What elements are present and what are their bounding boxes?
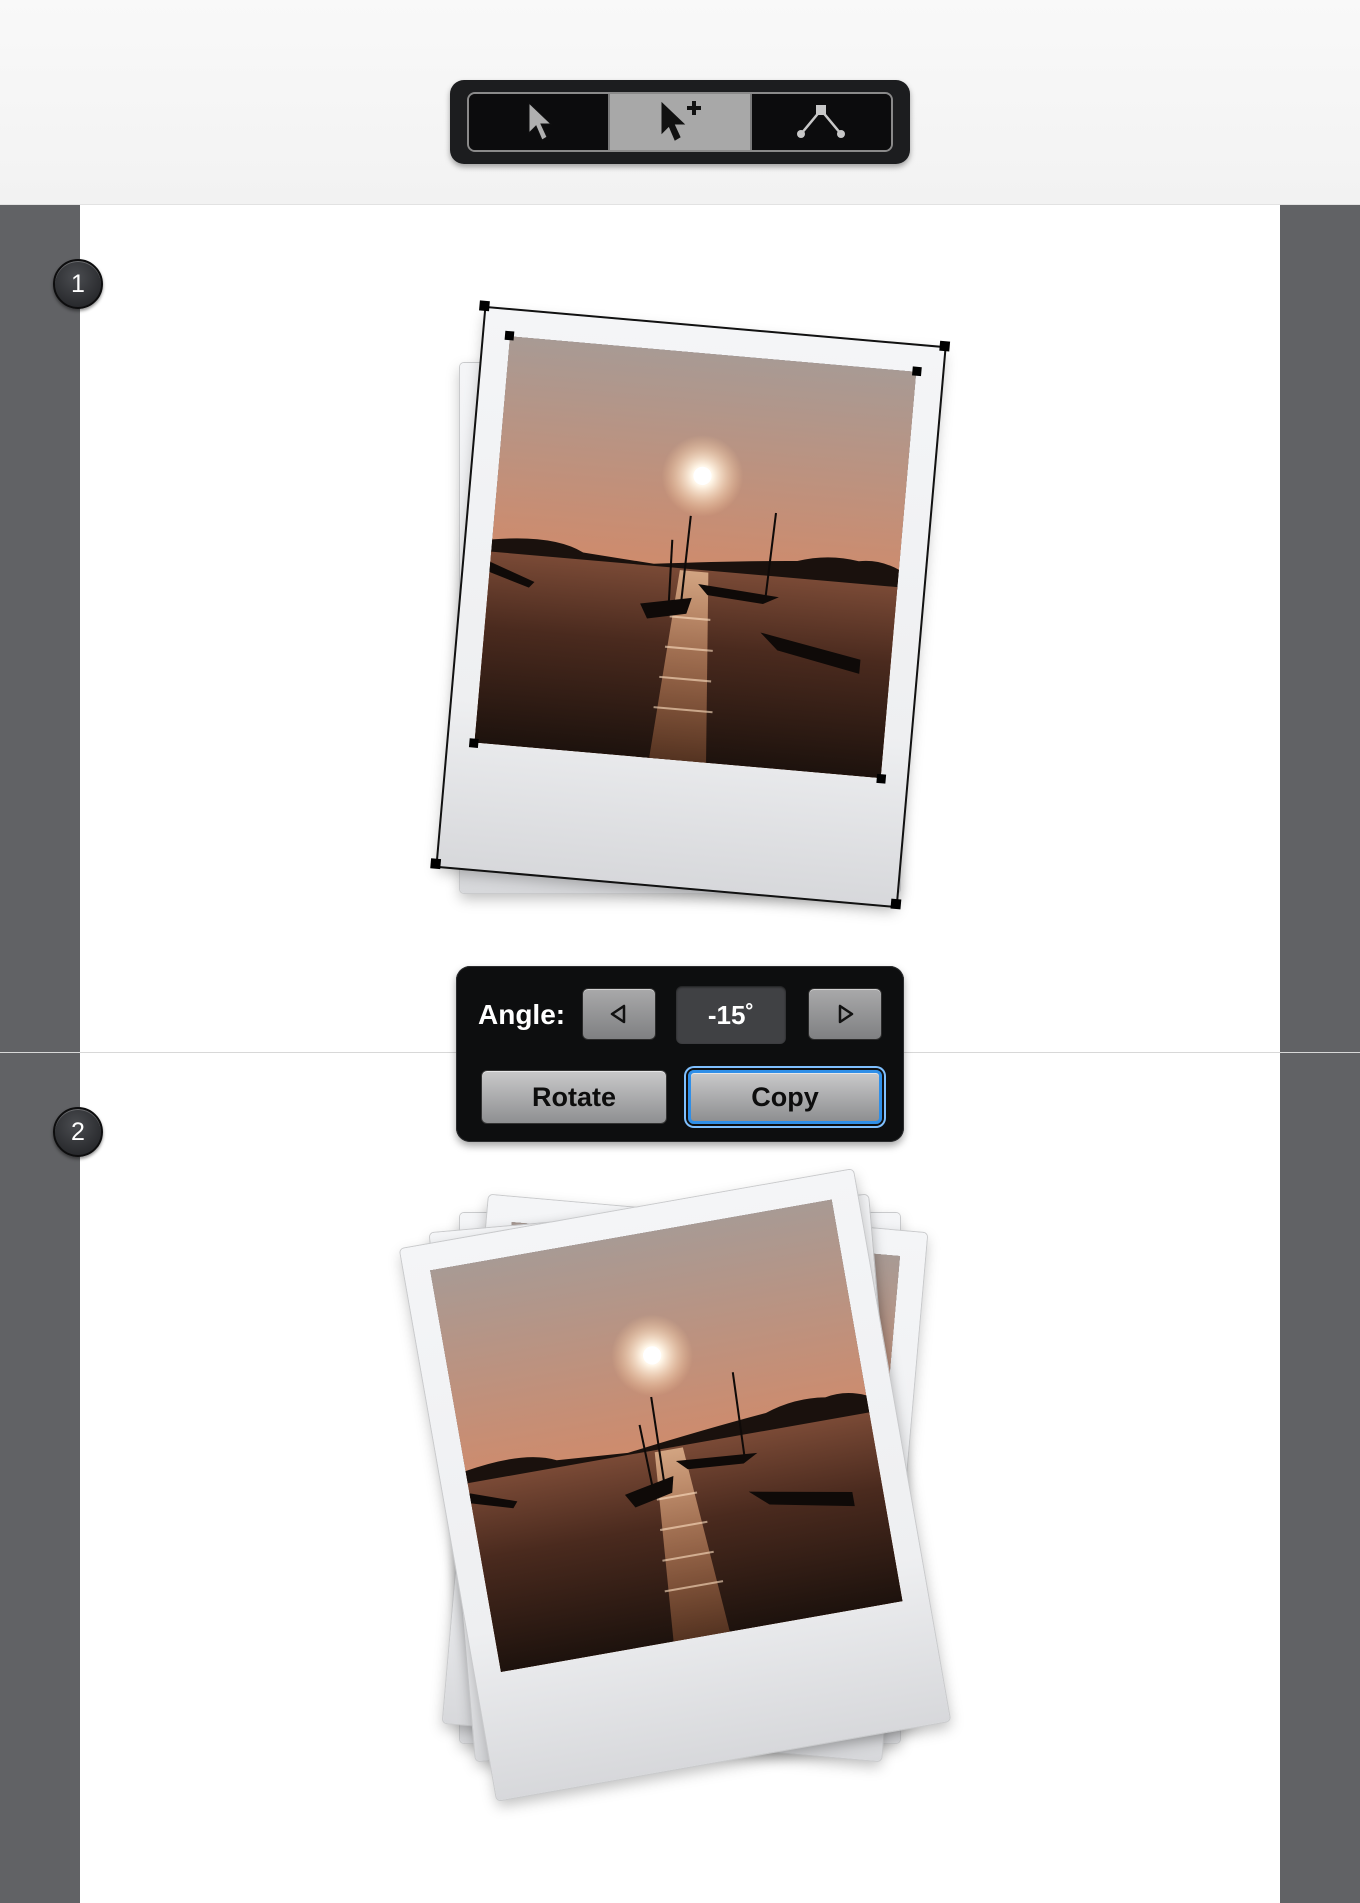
rotate-button[interactable]: Rotate — [481, 1070, 667, 1124]
toolbar-area — [0, 0, 1360, 205]
selection-tools-bar — [450, 80, 910, 164]
angle-dialog: Angle: -15˚ Rotate Copy — [456, 966, 904, 1142]
photo-anchor-point[interactable] — [504, 330, 515, 341]
step-badge-1: 1 — [53, 259, 103, 309]
selection-outline — [435, 305, 947, 909]
direct-selection-tool-button[interactable] — [751, 94, 891, 150]
angle-label: Angle: — [478, 999, 566, 1030]
photo-anchor-point[interactable] — [876, 773, 887, 784]
selection-tool-button[interactable] — [469, 94, 611, 150]
angle-increase-button[interactable] — [808, 988, 882, 1040]
selection-handle[interactable] — [479, 300, 490, 312]
tool-group — [467, 92, 893, 152]
triangle-right-icon — [838, 1004, 854, 1024]
selection-handle[interactable] — [890, 898, 902, 910]
angle-value-field[interactable]: -15˚ — [676, 986, 786, 1044]
right-gutter — [1280, 205, 1360, 1903]
triangle-left-icon — [610, 1004, 626, 1024]
anchor-path-icon — [797, 105, 846, 138]
sunset-photo — [429, 1199, 903, 1673]
step-badge-2: 2 — [53, 1107, 103, 1157]
photo-anchor-point[interactable] — [912, 366, 922, 377]
photo-anchor-point[interactable] — [468, 738, 479, 748]
polaroid-stack-top[interactable] — [399, 1169, 951, 1801]
selection-handle[interactable] — [939, 340, 951, 352]
group-selection-tool-button[interactable] — [610, 94, 752, 150]
polaroid-selected[interactable] — [430, 300, 951, 910]
arrow-cursor-icon — [528, 101, 552, 141]
angle-decrease-button[interactable] — [582, 988, 656, 1040]
copy-button[interactable]: Copy — [688, 1070, 882, 1124]
left-gutter — [0, 205, 80, 1903]
arrow-cursor-plus-icon — [661, 101, 701, 141]
selection-handle[interactable] — [430, 858, 442, 870]
